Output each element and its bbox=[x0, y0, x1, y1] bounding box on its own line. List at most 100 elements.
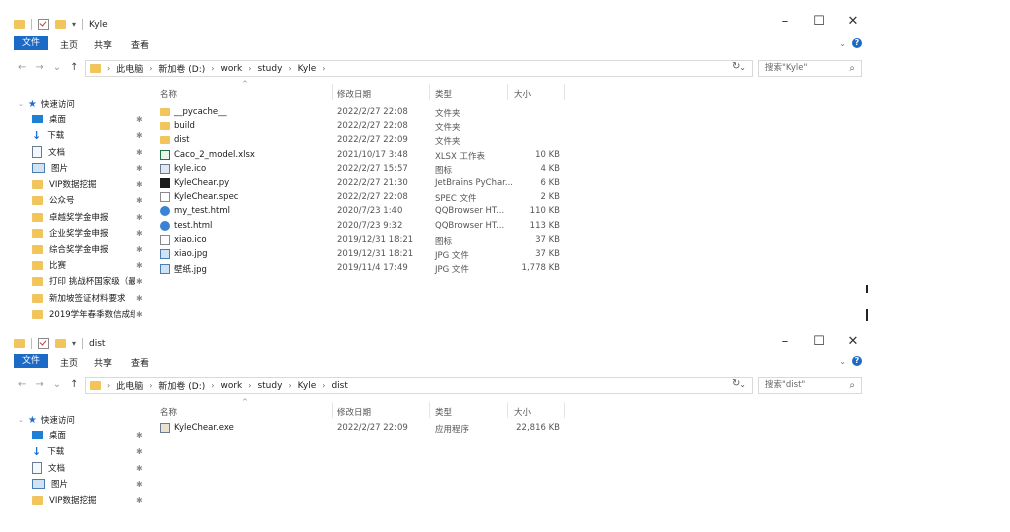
file-row[interactable]: KyleChear.py 2022/2/27 21:30 JetBrains PyC… bbox=[150, 177, 870, 191]
pin-icon[interactable]: ✱ bbox=[136, 496, 143, 505]
file-row[interactable]: xiao.jpg 2019/12/31 18:21 JPG 文件 37 KB bbox=[150, 248, 870, 262]
nav-item-desktop[interactable]: 桌面 ✱ bbox=[32, 428, 143, 442]
nav-item-folder[interactable]: 综合奖学金申报 ✱ bbox=[32, 242, 143, 256]
file-row[interactable]: kyle.ico 2022/2/27 15:57 图标 4 KB bbox=[150, 163, 870, 177]
help-icon[interactable]: ? bbox=[852, 38, 862, 48]
back-arrow-icon[interactable]: ← bbox=[18, 62, 26, 73]
column-header-date[interactable]: 修改日期 bbox=[337, 88, 371, 100]
tab-share[interactable]: 共享 bbox=[94, 356, 112, 369]
nav-item-folder[interactable]: 卓越奖学金申报 ✱ bbox=[32, 210, 143, 224]
up-arrow-icon[interactable]: ↑ bbox=[70, 62, 78, 73]
close-button[interactable]: ✕ bbox=[836, 14, 870, 30]
nav-item-folder[interactable]: 新加坡签证材料要求 ✱ bbox=[32, 291, 143, 305]
search-input[interactable]: 搜索"Kyle" ⌕ bbox=[758, 60, 862, 77]
minimize-button[interactable]: – bbox=[768, 14, 802, 30]
pin-icon[interactable]: ✱ bbox=[136, 164, 143, 173]
file-row[interactable]: Caco_2_model.xlsx 2021/10/17 3:48 XLSX 工作表… bbox=[150, 149, 870, 163]
column-header-type[interactable]: 类型 bbox=[435, 406, 452, 418]
file-row[interactable]: 壁纸.jpg 2019/11/4 17:49 JPG 文件 1,778 KB bbox=[150, 262, 870, 276]
collapse-chevron-icon[interactable]: ⌄ bbox=[18, 416, 24, 424]
breadcrumb-item[interactable]: Kyle bbox=[298, 64, 317, 74]
breadcrumb-item[interactable]: 此电脑 bbox=[116, 379, 143, 392]
title-bar[interactable]: ▾ Kyle – ☐ ✕ bbox=[0, 0, 870, 36]
file-row[interactable]: dist 2022/2/27 22:09 文件夹 bbox=[150, 134, 870, 148]
breadcrumb-item[interactable]: work bbox=[220, 64, 242, 74]
nav-item-pictures[interactable]: 图片 ✱ bbox=[32, 161, 143, 175]
pin-icon[interactable]: ✱ bbox=[136, 213, 143, 222]
new-folder-icon[interactable] bbox=[55, 20, 66, 29]
help-icon[interactable]: ? bbox=[852, 356, 862, 366]
scrollbar[interactable] bbox=[866, 285, 868, 293]
collapse-chevron-icon[interactable]: ⌄ bbox=[18, 100, 24, 108]
pin-icon[interactable]: ✱ bbox=[136, 277, 143, 286]
column-header-size[interactable]: 大小 bbox=[514, 406, 531, 418]
file-row[interactable]: xiao.ico 2019/12/31 18:21 图标 37 KB bbox=[150, 234, 870, 248]
file-row[interactable]: KyleChear.exe 2022/2/27 22:09 应用程序 22,816 K… bbox=[150, 422, 870, 436]
pin-icon[interactable]: ✱ bbox=[136, 180, 143, 189]
new-folder-icon[interactable] bbox=[55, 339, 66, 348]
file-row[interactable]: __pycache__ 2022/2/27 22:08 文件夹 bbox=[150, 106, 870, 120]
breadcrumb-item[interactable]: 此电脑 bbox=[116, 62, 143, 75]
nav-item-folder[interactable]: 打印 挑战杯国家级（最终✱ bbox=[32, 274, 143, 288]
maximize-button[interactable]: ☐ bbox=[802, 14, 836, 30]
pin-icon[interactable]: ✱ bbox=[136, 261, 143, 270]
breadcrumb-item[interactable]: study bbox=[257, 64, 282, 74]
quick-access-dropdown-icon[interactable]: ▾ bbox=[72, 339, 76, 348]
recent-dropdown-icon[interactable]: ⌄ bbox=[53, 62, 61, 73]
tab-file[interactable]: 文件 bbox=[14, 354, 48, 368]
nav-item-folder[interactable]: 比赛 ✱ bbox=[32, 258, 143, 272]
breadcrumb-item[interactable]: Kyle bbox=[298, 381, 317, 391]
breadcrumb-item[interactable]: study bbox=[257, 381, 282, 391]
breadcrumb-item[interactable]: 新加卷 (D:) bbox=[158, 379, 205, 392]
maximize-button[interactable]: ☐ bbox=[802, 334, 836, 350]
file-row[interactable]: KyleChear.spec 2022/2/27 22:08 SPEC 文件 2 KB bbox=[150, 191, 870, 205]
pin-icon[interactable]: ✱ bbox=[136, 229, 143, 238]
minimize-button[interactable]: – bbox=[768, 334, 802, 350]
pin-icon[interactable]: ✱ bbox=[136, 131, 143, 140]
properties-icon[interactable] bbox=[38, 338, 49, 349]
nav-item-folder[interactable]: VIP数据挖掘 ✱ bbox=[32, 493, 143, 507]
breadcrumb-item[interactable]: work bbox=[220, 381, 242, 391]
column-header-type[interactable]: 类型 bbox=[435, 88, 452, 100]
recent-dropdown-icon[interactable]: ⌄ bbox=[53, 379, 61, 390]
back-arrow-icon[interactable]: ← bbox=[18, 379, 26, 390]
pin-icon[interactable]: ✱ bbox=[136, 245, 143, 254]
nav-item-folder[interactable]: VIP数据挖掘 ✱ bbox=[32, 177, 143, 191]
close-button[interactable]: ✕ bbox=[836, 334, 870, 350]
expand-ribbon-icon[interactable]: ⌄ bbox=[839, 39, 846, 48]
forward-arrow-icon[interactable]: → bbox=[35, 379, 43, 390]
tab-file[interactable]: 文件 bbox=[14, 36, 48, 50]
nav-item-pictures[interactable]: 图片 ✱ bbox=[32, 477, 143, 491]
nav-item-downloads[interactable]: ↓ 下载 ✱ bbox=[32, 128, 143, 142]
tab-share[interactable]: 共享 bbox=[94, 38, 112, 51]
search-input[interactable]: 搜索"dist" ⌕ bbox=[758, 377, 862, 394]
pin-icon[interactable]: ✱ bbox=[136, 294, 143, 303]
column-header-name[interactable]: 名称 bbox=[160, 406, 177, 418]
tab-home[interactable]: 主页 bbox=[60, 38, 78, 51]
address-bar[interactable]: › 此电脑 › 新加卷 (D:) › work › study › Kyle ›… bbox=[85, 377, 753, 394]
tab-home[interactable]: 主页 bbox=[60, 356, 78, 369]
pin-icon[interactable]: ✱ bbox=[136, 310, 143, 319]
file-row[interactable]: test.html 2020/7/23 9:32 QQBrowser HT... 11… bbox=[150, 220, 870, 234]
quick-access[interactable]: ⌄ ★ 快速访问 bbox=[18, 414, 75, 427]
up-arrow-icon[interactable]: ↑ bbox=[70, 379, 78, 390]
file-row[interactable]: build 2022/2/27 22:08 文件夹 bbox=[150, 120, 870, 134]
column-header-name[interactable]: 名称 bbox=[160, 88, 177, 100]
column-header-size[interactable]: 大小 bbox=[514, 88, 531, 100]
file-row[interactable]: my_test.html 2020/7/23 1:40 QQBrowser HT..… bbox=[150, 205, 870, 219]
pin-icon[interactable]: ✱ bbox=[136, 115, 143, 124]
nav-item-documents[interactable]: 文档 ✱ bbox=[32, 461, 143, 475]
forward-arrow-icon[interactable]: → bbox=[35, 62, 43, 73]
quick-access-dropdown-icon[interactable]: ▾ bbox=[72, 20, 76, 29]
pin-icon[interactable]: ✱ bbox=[136, 431, 143, 440]
nav-item-folder[interactable]: 2019学年春季数信成绩 ✱ bbox=[32, 307, 143, 321]
properties-icon[interactable] bbox=[38, 19, 49, 30]
nav-item-desktop[interactable]: 桌面 ✱ bbox=[32, 112, 143, 126]
breadcrumb-item[interactable]: 新加卷 (D:) bbox=[158, 62, 205, 75]
nav-item-documents[interactable]: 文档 ✱ bbox=[32, 145, 143, 159]
pin-icon[interactable]: ✱ bbox=[136, 480, 143, 489]
nav-item-folder[interactable]: 企业奖学金申报 ✱ bbox=[32, 226, 143, 240]
nav-item-folder[interactable]: 公众号 ✱ bbox=[32, 193, 143, 207]
refresh-icon[interactable]: ↻ bbox=[732, 378, 740, 389]
pin-icon[interactable]: ✱ bbox=[136, 464, 143, 473]
